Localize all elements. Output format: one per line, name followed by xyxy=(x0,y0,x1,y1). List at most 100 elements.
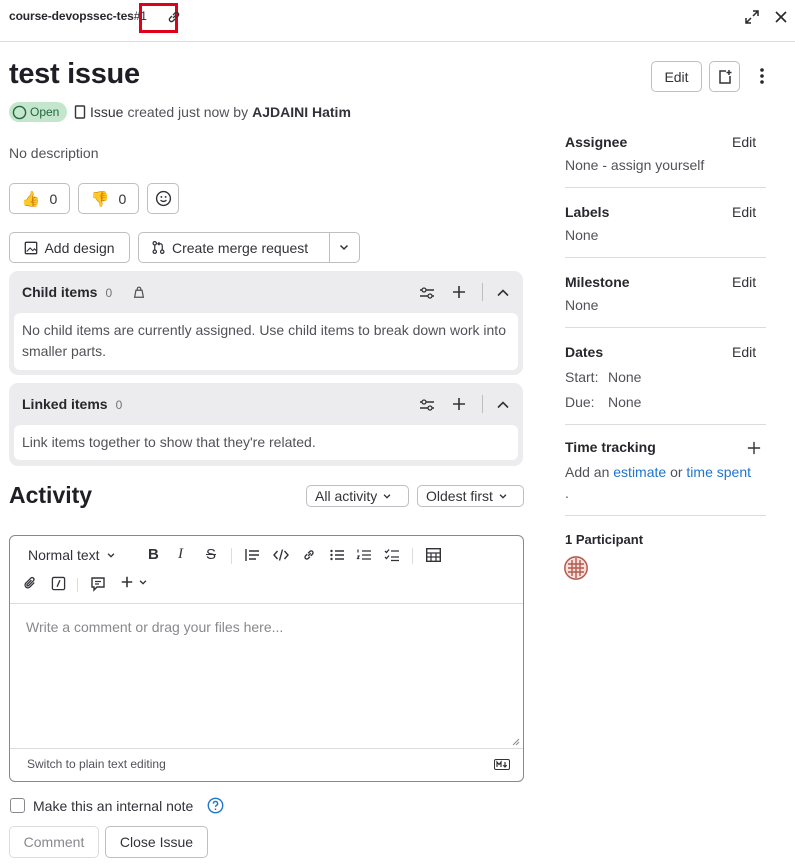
author-link[interactable]: AJDAINI Hatim xyxy=(252,104,351,120)
activity-filter-dropdown[interactable]: All activity xyxy=(306,485,409,507)
close-issue-button[interactable]: Close Issue xyxy=(105,826,208,858)
collapse-icon[interactable] xyxy=(495,285,511,301)
header-divider xyxy=(482,395,483,413)
thumbs-up-icon: 👍 xyxy=(21,190,41,208)
switch-editor-link[interactable]: Switch to plain text editing xyxy=(27,757,166,771)
issue-type-icon xyxy=(74,105,86,119)
add-time-icon[interactable] xyxy=(747,441,761,455)
issue-meta: Issue created just now by AJDAINI Hatim xyxy=(74,104,351,120)
child-items-header: Child items 0 xyxy=(22,284,145,300)
sidebar-divider xyxy=(565,187,766,188)
start-date-label: Start: xyxy=(565,369,599,385)
breadcrumb[interactable]: course-devopssec-tes#1 xyxy=(9,9,147,23)
chevron-down-icon xyxy=(498,491,508,501)
blockquote-icon[interactable] xyxy=(244,548,260,562)
create-merge-request-button[interactable]: Create merge request xyxy=(138,232,360,263)
toolbar-divider xyxy=(412,548,413,564)
help-icon[interactable] xyxy=(207,797,224,814)
edit-title-button[interactable]: Edit xyxy=(651,61,702,92)
toolbar-divider xyxy=(231,548,232,564)
numbered-list-icon[interactable] xyxy=(356,548,372,562)
link-icon[interactable] xyxy=(302,548,316,562)
more-actions-icon[interactable] xyxy=(752,66,772,86)
task-list-icon[interactable] xyxy=(384,548,400,562)
new-document-icon xyxy=(717,69,733,85)
copy-link-icon[interactable] xyxy=(166,9,182,25)
time-or: or xyxy=(670,464,683,480)
toolbar-divider xyxy=(77,578,78,592)
comment-button[interactable]: Comment xyxy=(9,826,99,858)
child-items-count: 0 xyxy=(105,286,113,300)
milestone-edit-button[interactable]: Edit xyxy=(732,274,756,290)
bulleted-list-icon[interactable] xyxy=(329,548,345,562)
estimate-link[interactable]: estimate xyxy=(613,464,666,480)
linked-items-header: Linked items 0 xyxy=(22,396,122,412)
child-items-panel: Child items 0 No child items are currentl… xyxy=(9,271,523,375)
internal-note-label[interactable]: Make this an internal note xyxy=(33,798,193,814)
sort-order-value: Oldest first xyxy=(426,488,493,504)
text-style-value: Normal text xyxy=(28,547,100,563)
image-icon xyxy=(24,241,38,255)
avatar[interactable] xyxy=(564,556,588,580)
add-design-button[interactable]: Add design xyxy=(9,232,130,263)
collapse-icon[interactable] xyxy=(495,397,511,413)
expand-icon[interactable] xyxy=(744,9,760,25)
settings-sliders-icon[interactable] xyxy=(419,397,435,413)
time-prefix: Add an xyxy=(565,464,610,480)
italic-icon[interactable]: I xyxy=(178,546,183,563)
thumbs-up-button[interactable]: 👍 0 xyxy=(9,183,70,214)
toolbar-separator xyxy=(10,603,523,604)
dates-edit-button[interactable]: Edit xyxy=(732,344,756,360)
chevron-down-icon[interactable] xyxy=(338,241,350,253)
chevron-down-icon xyxy=(138,577,148,587)
status-badge: Open xyxy=(9,102,67,122)
sidebar-divider xyxy=(565,327,766,328)
comment-editor xyxy=(9,535,524,782)
child-items-empty: No child items are currently assigned. U… xyxy=(14,313,518,370)
strikethrough-icon[interactable]: S xyxy=(206,546,216,563)
start-date-value: None xyxy=(608,369,642,385)
chevron-down-icon xyxy=(106,550,116,560)
resize-handle-icon[interactable] xyxy=(510,736,520,746)
smiley-icon xyxy=(155,190,172,207)
text-style-dropdown[interactable]: Normal text xyxy=(28,547,116,563)
assignee-value[interactable]: None - assign yourself xyxy=(565,157,704,173)
time-tracking-dot: . xyxy=(565,485,569,501)
table-icon[interactable] xyxy=(426,548,441,562)
issue-description: No description xyxy=(9,145,99,161)
issue-title: test issue xyxy=(9,58,140,90)
assignee-label: Assignee xyxy=(565,134,628,150)
labels-edit-button[interactable]: Edit xyxy=(732,204,756,220)
breadcrumb-project[interactable]: course-devopssec-tes xyxy=(9,9,134,23)
thumbs-up-count: 0 xyxy=(49,190,58,207)
due-date-label: Due: xyxy=(565,394,595,410)
thumbs-down-button[interactable]: 👎 0 xyxy=(78,183,139,214)
add-child-icon[interactable] xyxy=(451,284,467,300)
lock-icon xyxy=(132,285,146,299)
paperclip-icon[interactable] xyxy=(23,576,38,591)
editor-footer-separator xyxy=(10,748,523,749)
comment-template-icon[interactable] xyxy=(90,576,106,592)
comment-input[interactable]: Write a comment or drag your files here.… xyxy=(26,619,283,635)
thumbs-down-icon: 👎 xyxy=(90,190,110,208)
more-formatting-button[interactable] xyxy=(120,575,148,589)
open-status-icon xyxy=(12,105,27,120)
add-reaction-button[interactable] xyxy=(147,183,179,214)
sidebar-divider xyxy=(565,515,766,516)
issue-type: Issue xyxy=(90,104,124,120)
assignee-edit-button[interactable]: Edit xyxy=(732,134,756,150)
new-item-button[interactable] xyxy=(709,61,740,92)
settings-sliders-icon[interactable] xyxy=(419,285,435,301)
internal-note-checkbox[interactable] xyxy=(10,798,25,813)
bold-icon[interactable]: B xyxy=(148,546,159,563)
dates-label: Dates xyxy=(565,344,604,360)
created-text: created just now by xyxy=(127,104,249,120)
quick-action-icon[interactable] xyxy=(51,576,66,591)
plus-icon xyxy=(120,575,134,589)
close-icon[interactable] xyxy=(773,9,789,25)
code-icon[interactable] xyxy=(273,548,289,562)
add-linked-icon[interactable] xyxy=(451,396,467,412)
status-label: Open xyxy=(30,105,60,119)
time-spent-link[interactable]: time spent xyxy=(686,464,751,480)
sort-order-dropdown[interactable]: Oldest first xyxy=(417,485,524,507)
